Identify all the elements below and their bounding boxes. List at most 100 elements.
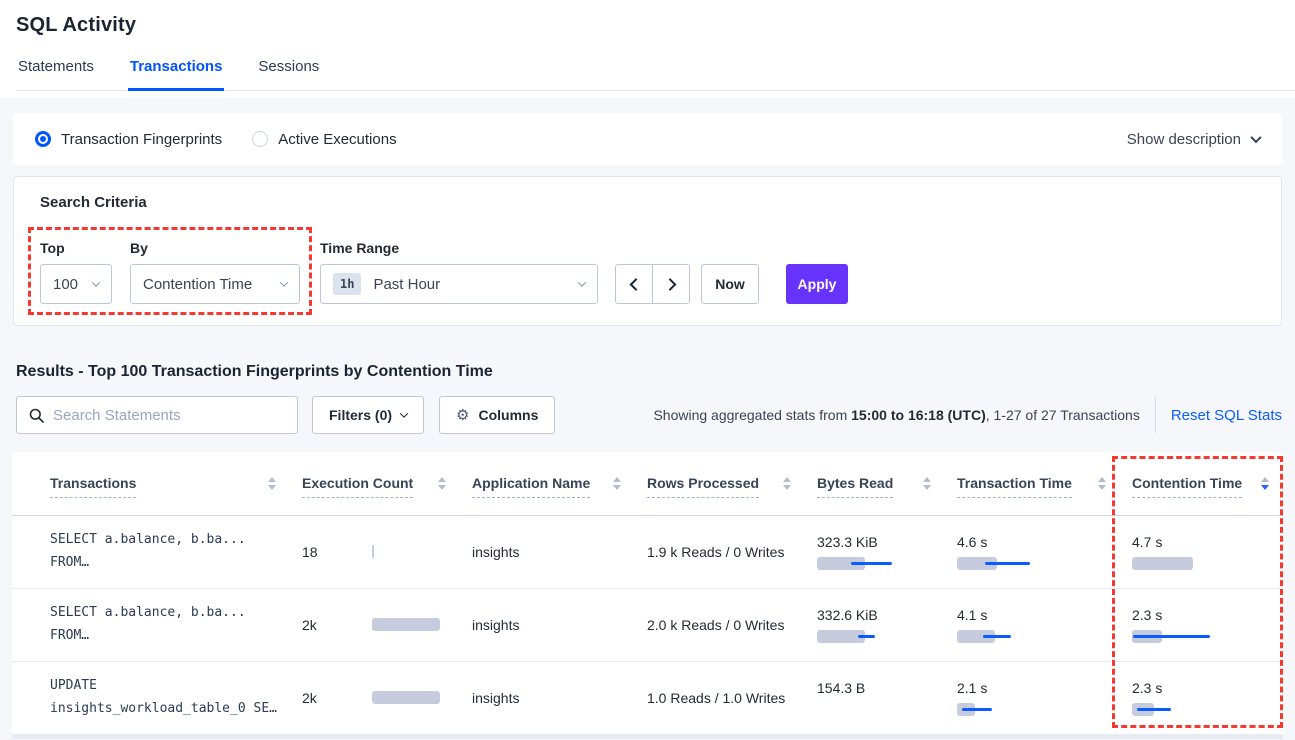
stats-prefix: Showing aggregated stats from [653,407,851,423]
bytes-read-bar [817,630,931,644]
apply-button[interactable]: Apply [786,264,848,304]
table-row: SELECT a.balance, b.ba... FROM… 18 insig… [12,516,1283,589]
tab-bar: Statements Transactions Sessions [16,58,1279,91]
transaction-time-cell: 4.6 s [945,534,1120,571]
chevron-right-icon [663,278,676,291]
sort-icon[interactable] [783,477,791,490]
top-field-group: Top 100 [40,240,112,304]
divider [1155,397,1156,433]
chevron-down-icon [400,409,408,417]
execution-count-bar [372,545,452,559]
execution-count-cell: 2k [290,690,460,706]
transaction-fingerprint-link[interactable]: SELECT a.balance, b.ba... FROM… [12,529,290,575]
transaction-time-bar [957,630,1106,644]
by-select-value: Contention Time [143,276,252,293]
contention-time-bar [1132,630,1269,644]
radio-unselected-icon[interactable] [252,131,268,147]
sort-icon[interactable] [923,477,931,490]
time-range-label: Time Range [320,240,598,256]
bytes-read-cell: 323.3 KiB [805,534,945,571]
bytes-read-bar [817,557,931,571]
time-range-nav [615,264,690,304]
column-header-bytes-read[interactable]: Bytes Read [805,469,945,498]
results-toolbar: Filters (0) ⚙ Columns Showing aggregated… [16,396,1282,434]
time-range-select[interactable]: 1h Past Hour [320,264,598,304]
previous-time-range-button[interactable] [615,264,653,304]
column-header-rows-processed[interactable]: Rows Processed [635,469,805,498]
column-header-application-name[interactable]: Application Name [460,469,635,498]
transaction-fingerprint-link[interactable]: SELECT a.balance, b.ba... FROM… [12,602,290,648]
radio-active-executions[interactable]: Active Executions [252,131,396,148]
sort-icon[interactable] [613,477,621,490]
top-select[interactable]: 100 [40,264,112,304]
column-header-execution-count[interactable]: Execution Count [290,469,460,498]
time-range-field-group: Time Range 1h Past Hour [320,240,598,304]
contention-time-bar [1132,703,1269,717]
execution-count-cell: 2k [290,617,460,633]
tab-transactions[interactable]: Transactions [128,58,225,91]
now-button[interactable]: Now [701,264,759,304]
columns-button-label: Columns [478,407,538,423]
by-field-group: By Contention Time [130,240,300,304]
stats-suffix: , 1-27 of 27 Transactions [986,407,1140,423]
table-header-row: Transactions Execution Count Application… [12,452,1283,516]
by-label: By [130,240,300,256]
tab-statements[interactable]: Statements [16,58,96,91]
execution-count-cell: 18 [290,544,460,560]
top-label: Top [40,240,112,256]
next-time-range-button[interactable] [652,264,690,304]
application-name-cell: insights [460,544,635,560]
column-header-contention-time[interactable]: Contention Time [1120,469,1283,498]
show-description-toggle[interactable]: Show description [1127,131,1260,148]
radio-transaction-fingerprints[interactable]: Transaction Fingerprints [35,131,222,148]
search-criteria-heading: Search Criteria [40,194,1255,211]
column-header-transactions[interactable]: Transactions [12,469,290,498]
contention-time-cell: 2.3 s [1120,680,1283,717]
column-header-transaction-time[interactable]: Transaction Time [945,469,1120,498]
chevron-down-icon [1250,132,1261,143]
results-heading: Results - Top 100 Transaction Fingerprin… [16,363,1279,381]
contention-time-bar [1132,557,1269,571]
search-icon [29,408,44,423]
gear-icon: ⚙ [456,408,469,423]
table-row: UPDATE insights_workload_table_0 SE… 2k … [12,662,1283,735]
sort-icon[interactable] [438,477,446,490]
transaction-time-cell: 2.1 s [945,680,1120,717]
rows-processed-cell: 2.0 k Reads / 0 Writes [635,617,805,633]
contention-time-cell: 4.7 s [1120,534,1283,571]
transaction-fingerprint-link[interactable]: UPDATE insights_workload_table_0 SE… [12,675,290,721]
execution-count-bar [372,618,452,632]
search-criteria-controls: Top 100 By Contention Time Time Range 1h… [40,240,1255,304]
radio-selected-icon[interactable] [35,131,51,147]
aggregated-stats-text: Showing aggregated stats from 15:00 to 1… [653,407,1139,423]
transaction-time-cell: 4.1 s [945,607,1120,644]
header: SQL Activity Statements Transactions Ses… [0,0,1295,98]
search-criteria-card: Search Criteria Top 100 By Contention Ti… [13,176,1282,326]
time-range-badge: 1h [333,273,361,295]
stats-time-range: 15:00 to 16:18 (UTC) [851,407,986,423]
sort-icon-active[interactable] [1261,477,1269,490]
columns-button[interactable]: ⚙ Columns [439,396,555,434]
search-statements-box[interactable] [16,396,298,434]
search-statements-input[interactable] [53,407,285,424]
tab-sessions[interactable]: Sessions [256,58,321,91]
application-name-cell: insights [460,690,635,706]
sort-icon[interactable] [268,477,276,490]
execution-count-bar [372,691,452,705]
chevron-down-icon [92,278,100,286]
time-range-value: Past Hour [373,276,440,293]
by-select[interactable]: Contention Time [130,264,300,304]
table-row: SELECT a.balance, b.ba... FROM… 2k insig… [12,589,1283,662]
view-toggle-bar: Transaction Fingerprints Active Executio… [13,113,1282,165]
radio-label: Active Executions [278,131,396,148]
filters-button[interactable]: Filters (0) [312,396,424,434]
sort-icon[interactable] [1098,477,1106,490]
filters-button-label: Filters (0) [329,407,392,423]
bytes-read-cell: 332.6 KiB [805,607,945,644]
chevron-down-icon [578,278,586,286]
application-name-cell: insights [460,617,635,633]
reset-sql-stats-link[interactable]: Reset SQL Stats [1171,407,1282,424]
chevron-down-icon [280,278,288,286]
contention-time-cell: 2.3 s [1120,607,1283,644]
show-description-label: Show description [1127,131,1241,148]
